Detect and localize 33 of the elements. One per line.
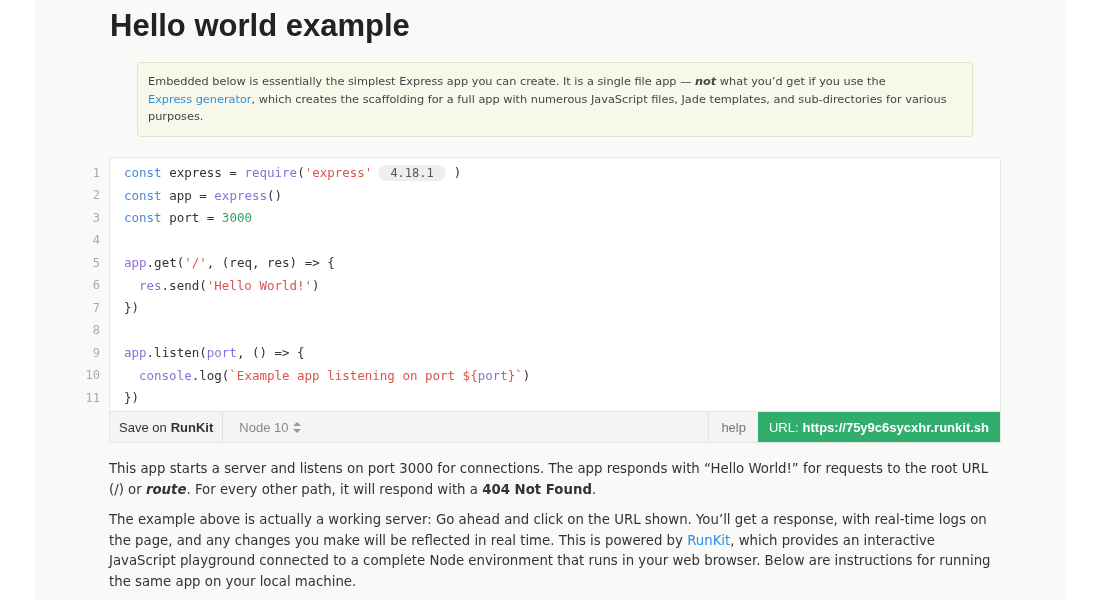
line-number: 9 — [91, 345, 100, 360]
code-line: app.listen(port, () => { — [124, 345, 305, 361]
line-number: 10 — [84, 368, 100, 383]
line-number: 4 — [91, 233, 100, 248]
code-line: console.log(`Example app listening on port ${port}`) — [138, 367, 531, 383]
code-text: ) — [453, 165, 462, 181]
info-note: Embedded below is essentially the simplest Express app you can create. It is a single file app — not what you’d get if you use the Express generator, which creates the scaffolding for a full app with numerous JavaScript files, Jade templates, and sub-directories for various purposes. — [137, 62, 973, 137]
line-number: 7 — [91, 300, 100, 315]
code-line: const port = 3000 — [124, 210, 252, 226]
version-badge: 4.18.1 — [378, 164, 446, 181]
sort-icon — [293, 421, 302, 433]
code-text: const express = require('express' — [124, 165, 373, 181]
line-number: 8 — [91, 323, 100, 338]
line-number: 6 — [91, 278, 100, 293]
paragraph: This app starts a server and listens on port 3000 for connections. The app responds with “Hello World!” for requests to the root URL (/) or route. For every other path, it will respond with a 404 Not Found. — [109, 460, 990, 499]
code-line: const app = express() — [124, 187, 283, 203]
line-number: 2 — [91, 188, 100, 203]
code-line: res.send('Hello World!') — [138, 277, 320, 293]
paragraph: The example above is actually a working server: Go ahead and click on the URL shown. You’ll get a response, with real-time logs on the page, and any changes you make will be reflected in real time. This is powered by RunKit, which provides an interactive JavaScript playground connected to a complete Node environment that runs in your web browser. Below are instructions for running the same app on your local machine. — [109, 511, 992, 591]
text-link[interactable]: RunKit — [687, 532, 731, 548]
help-button[interactable]: help — [708, 412, 758, 442]
code-line: app.get('/', (req, res) => { — [124, 255, 335, 271]
line-number: 11 — [84, 390, 100, 405]
save-button[interactable]: Save on RunKit — [110, 412, 224, 442]
line-number: 3 — [91, 210, 100, 225]
code-line: }) — [124, 390, 140, 406]
line-number: 5 — [91, 255, 100, 270]
text-link[interactable]: Express generator — [148, 92, 252, 106]
code-line: }) — [124, 300, 140, 316]
url-link[interactable]: URL: https://75y9c6sycxhr.runkit.sh — [757, 412, 1000, 442]
node-version-select[interactable]: Node 10 — [223, 412, 709, 442]
line-number: 1 — [91, 165, 100, 180]
page-title: Hello world example — [110, 8, 411, 44]
